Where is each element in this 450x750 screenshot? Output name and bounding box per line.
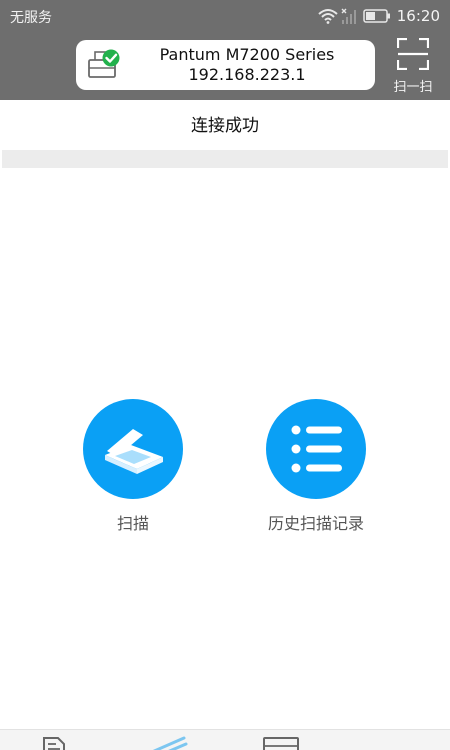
bottom-nav <box>0 729 450 750</box>
scan-history-label: 历史扫描记录 <box>267 514 364 533</box>
scan-qr-button[interactable]: 扫一扫 <box>390 36 436 95</box>
settings-tab-icon <box>261 736 301 750</box>
scan-history-circle <box>266 399 366 499</box>
nav-tab-settings[interactable] <box>261 736 301 750</box>
wifi-icon <box>318 8 338 24</box>
scan-history-button[interactable]: 历史扫描记录 <box>246 399 386 534</box>
printer-name: Pantum M7200 Series <box>159 45 335 64</box>
scan-qr-label: 扫一扫 <box>393 80 433 95</box>
battery-icon <box>363 9 391 23</box>
scan-button-circle <box>83 399 183 499</box>
document-icon <box>40 736 80 750</box>
clock-text: 16:20 <box>396 7 440 25</box>
printer-ip: 192.168.223.1 <box>188 65 306 84</box>
scanner-tab-icon <box>148 736 188 750</box>
nav-tab-scan[interactable] <box>148 736 188 750</box>
printer-info: Pantum M7200 Series 192.168.223.1 <box>128 45 366 85</box>
connection-status: 连接成功 <box>191 116 259 136</box>
carrier-text: 无服务 <box>10 10 52 26</box>
status-bar: 无服务 16:20 <box>0 0 450 32</box>
section-divider <box>2 150 448 168</box>
scan-button[interactable]: 扫描 <box>63 399 203 534</box>
connected-printer-card[interactable]: Pantum M7200 Series 192.168.223.1 <box>76 40 375 90</box>
scan-label: 扫描 <box>116 514 149 533</box>
header: 无服务 16:20 Pantum M7200 Series 192.168.22… <box>0 0 450 100</box>
status-icons: 16:20 <box>318 5 440 27</box>
no-signal-icon <box>341 7 357 25</box>
nav-tab-document[interactable] <box>40 736 80 750</box>
printer-connected-icon <box>86 48 122 82</box>
app-screen: 无服务 16:20 Pantum M7200 Series 192.168.22… <box>0 0 450 750</box>
